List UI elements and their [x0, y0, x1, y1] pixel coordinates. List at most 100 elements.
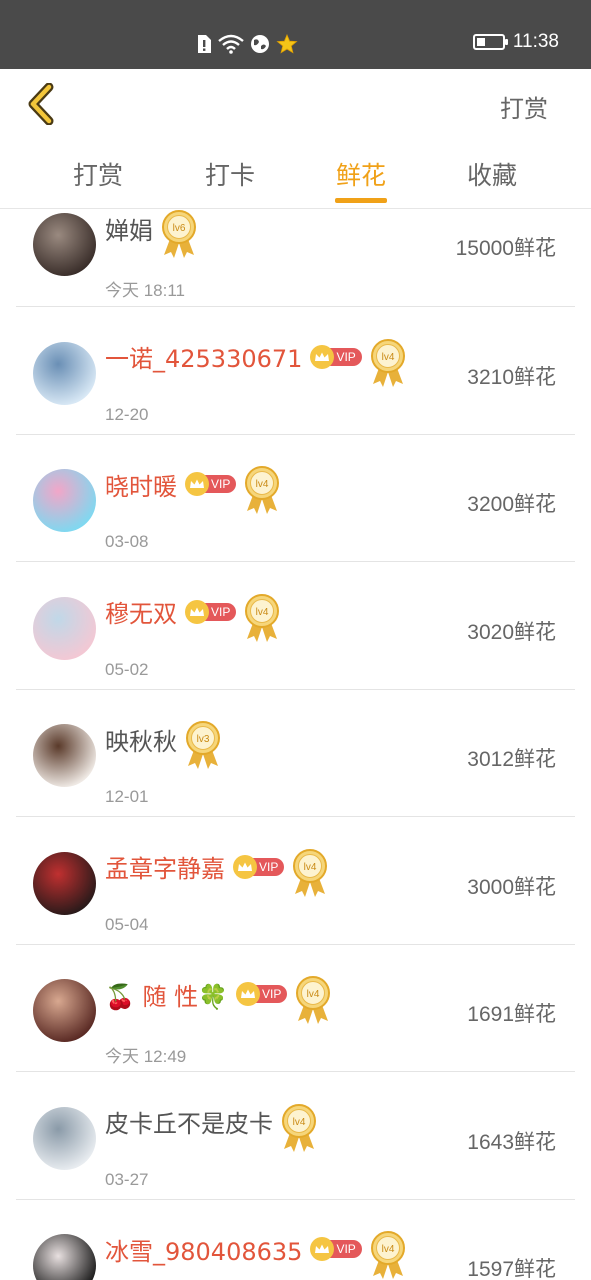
crown-icon: [185, 599, 209, 624]
gift-date: 03-27: [105, 1169, 149, 1189]
avatar[interactable]: [33, 1106, 96, 1170]
avatar[interactable]: [33, 724, 96, 787]
vip-badge: VIP: [310, 1237, 362, 1261]
tab-reward[interactable]: 打赏: [48, 156, 148, 192]
level-label: lv4: [256, 479, 269, 490]
name-line: 孟章字静嘉 VIP lv4: [105, 848, 328, 897]
level-medal-icon: lv4: [282, 1103, 316, 1152]
vip-badge: VIP: [310, 344, 362, 369]
level-label: lv3: [197, 734, 210, 745]
tab-favorites[interactable]: 收藏: [442, 156, 542, 192]
flower-amount: 3200鲜花: [467, 493, 556, 516]
tab-checkin[interactable]: 打卡: [180, 156, 280, 192]
back-button[interactable]: [20, 81, 60, 127]
vip-badge: VIP: [236, 982, 288, 1006]
status-bar: 11:38: [0, 0, 591, 69]
crown-icon: [310, 344, 335, 369]
nav-bar: 打赏: [0, 69, 591, 139]
flower-amount: 3000鲜花: [467, 875, 556, 899]
user-name[interactable]: 一诺_425330671: [105, 339, 302, 374]
flower-amount: 3012鲜花: [467, 748, 556, 771]
flower-amount: 1691鲜花: [467, 1003, 556, 1026]
list-item[interactable]: 一诺_425330671 VIP lv4 12-20 3210鲜花: [0, 307, 591, 435]
status-right: 11:38: [472, 31, 559, 53]
avatar[interactable]: [33, 341, 96, 405]
gift-date: 今天 18:11: [105, 281, 186, 300]
gift-date: 12-01: [105, 787, 149, 806]
level-medal-icon: lv4: [245, 593, 280, 642]
reward-action-button[interactable]: 打赏: [500, 89, 548, 124]
user-name[interactable]: 冰雪_980408635: [105, 1232, 302, 1267]
avatar[interactable]: [33, 851, 96, 915]
level-medal-icon: lv4: [293, 848, 328, 897]
user-name[interactable]: 🍒 随 性🍀: [105, 977, 228, 1012]
gift-date: 05-04: [105, 914, 149, 934]
tab-bar: 打赏 打卡 鲜花 收藏: [0, 139, 591, 209]
flower-amount: 15000鲜花: [455, 237, 556, 260]
name-line: 冰雪_980408635 VIP lv4: [105, 1231, 406, 1279]
active-tab-indicator: [335, 198, 387, 203]
name-line: 🍒 随 性🍀 VIP lv4: [105, 976, 331, 1024]
gift-date: 03-08: [105, 532, 149, 551]
name-line: 皮卡丘不是皮卡 lv4: [105, 1103, 317, 1152]
user-name[interactable]: 皮卡丘不是皮卡: [105, 1104, 273, 1139]
crown-icon: [236, 982, 261, 1006]
user-name[interactable]: 映秋秋: [105, 722, 177, 757]
name-line: 穆无双 VIP lv4: [105, 593, 280, 642]
tab-flowers[interactable]: 鲜花: [311, 156, 411, 192]
name-line: 映秋秋 lv3: [105, 721, 221, 769]
list-item[interactable]: 🍒 随 性🍀 VIP lv4 今天 12:49 1691鲜花: [0, 944, 591, 1072]
list-item[interactable]: 婵娟 lv6 今天 18:11 15000鲜花: [0, 209, 591, 307]
level-medal-icon: lv4: [296, 976, 331, 1024]
level-label: lv4: [381, 1244, 394, 1255]
list-item[interactable]: 晓时暖 VIP lv4 03-08 3200鲜花: [0, 434, 591, 562]
flower-amount: 3210鲜花: [467, 365, 556, 389]
sim-alert-icon: [196, 34, 212, 54]
battery-icon: [472, 34, 508, 50]
avatar[interactable]: [33, 979, 96, 1042]
level-medal-icon: lv4: [370, 338, 405, 387]
vip-badge: VIP: [233, 854, 285, 879]
user-name[interactable]: 婵娟: [105, 211, 153, 246]
crown-icon: [185, 472, 209, 496]
user-name[interactable]: 孟章字静嘉: [105, 849, 225, 884]
level-label: lv4: [304, 862, 317, 873]
list-item[interactable]: 穆无双 VIP lv4 05-02 3020鲜花: [0, 562, 591, 690]
chevron-left-icon: [28, 83, 54, 125]
level-label: lv4: [307, 989, 320, 1000]
avatar[interactable]: [33, 469, 96, 532]
avatar[interactable]: [33, 596, 96, 660]
wifi-icon: [218, 34, 244, 54]
flower-amount: 3020鲜花: [467, 620, 556, 644]
name-line: 晓时暖 VIP lv4: [105, 466, 280, 514]
avatar[interactable]: [33, 213, 96, 276]
star-icon: [276, 34, 298, 54]
status-time: 11:38: [512, 31, 559, 52]
level-medal-icon: lv4: [245, 466, 280, 514]
status-icons: [196, 32, 298, 56]
flower-amount: 1597鲜花: [467, 1258, 556, 1280]
vip-badge: VIP: [185, 472, 237, 496]
level-medal-icon: lv4: [370, 1231, 405, 1279]
level-label: lv4: [381, 352, 394, 363]
crown-icon: [233, 854, 257, 879]
level-label: lv6: [173, 223, 186, 234]
list-item[interactable]: 映秋秋 lv3 12-01 3012鲜花: [0, 689, 591, 817]
level-medal-icon: lv6: [162, 210, 196, 258]
name-line: 一诺_425330671 VIP lv4: [105, 338, 406, 387]
level-medal-icon: lv3: [186, 721, 220, 769]
flower-amount: 1643鲜花: [467, 1130, 556, 1154]
list-item[interactable]: 冰雪_980408635 VIP lv4 1597鲜花: [0, 1199, 591, 1280]
vip-badge: VIP: [185, 599, 237, 624]
user-name[interactable]: 晓时暖: [105, 467, 177, 502]
flower-ranking-list: 婵娟 lv6 今天 18:11 15000鲜花 一诺_425330671 VIP: [0, 209, 591, 1280]
avatar[interactable]: [33, 1234, 96, 1280]
list-item[interactable]: 皮卡丘不是皮卡 lv4 03-27 1643鲜花: [0, 1072, 591, 1200]
level-label: lv4: [293, 1117, 306, 1128]
globe-icon: [250, 34, 270, 54]
list-item[interactable]: 孟章字静嘉 VIP lv4 05-04 3000鲜花: [0, 817, 591, 945]
gift-date: 12-20: [105, 404, 149, 424]
level-label: lv4: [256, 607, 269, 618]
gift-date: 05-02: [105, 659, 149, 679]
user-name[interactable]: 穆无双: [105, 594, 177, 629]
